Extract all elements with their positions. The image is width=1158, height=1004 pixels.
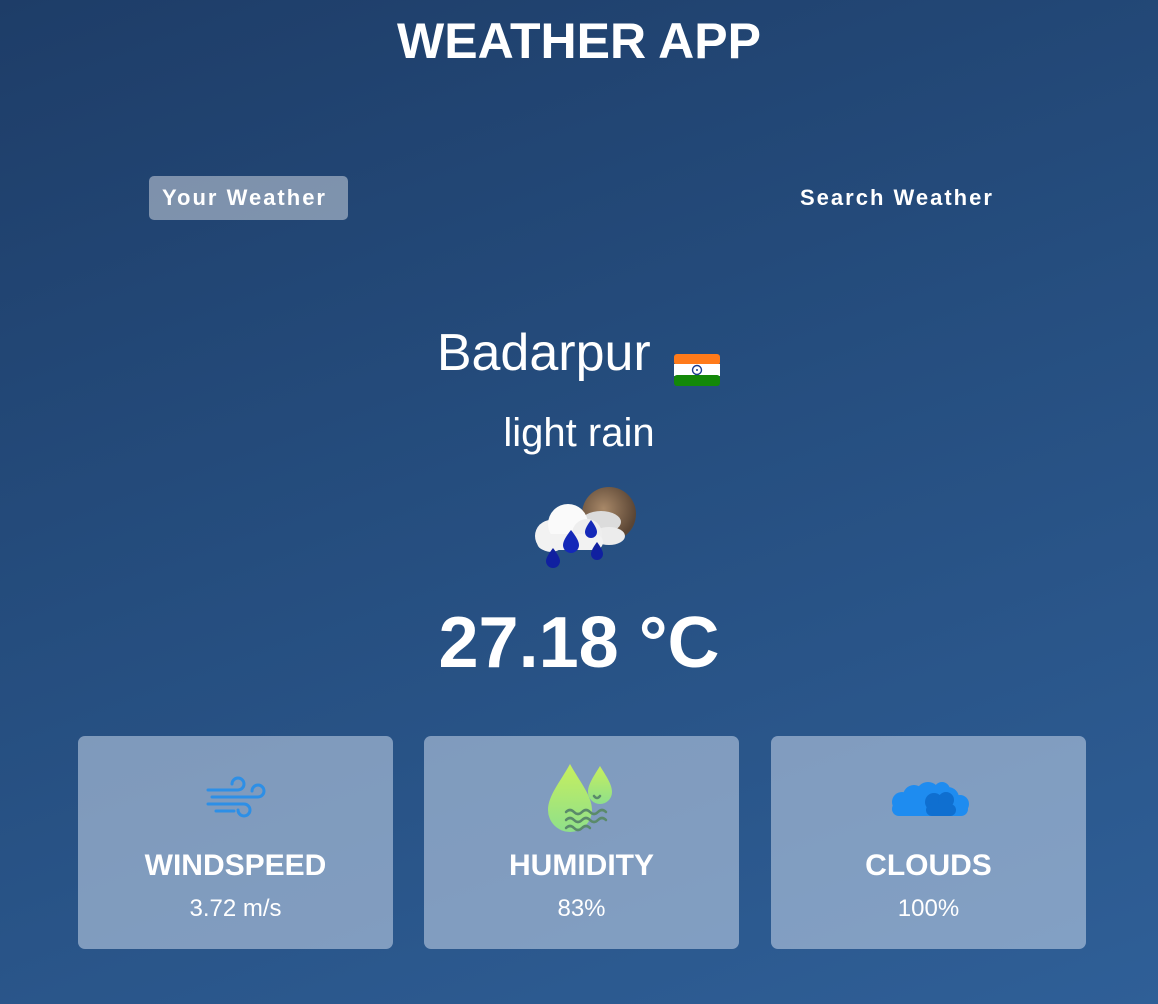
- humidity-value: 83%: [557, 895, 606, 922]
- windspeed-label: WINDSPEED: [144, 849, 327, 882]
- windspeed-card: WINDSPEED 3.72 m/s: [78, 736, 393, 949]
- weather-description: light rain: [503, 411, 655, 455]
- humidity-label: HUMIDITY: [509, 849, 654, 882]
- humidity-card: HUMIDITY 83%: [424, 736, 739, 949]
- wind-icon: [78, 764, 393, 844]
- india-flag-icon: [673, 335, 721, 387]
- clouds-value: 100%: [897, 895, 960, 922]
- location-heading: Badarpur: [0, 318, 1158, 388]
- rain-cloud-moon-icon: [523, 484, 639, 572]
- city-name: Badarpur: [436, 324, 651, 382]
- clouds-icon: [771, 776, 1086, 856]
- clouds-label: CLOUDS: [865, 849, 992, 882]
- temperature-value: 27.18 °C: [438, 603, 720, 683]
- tab-search-weather[interactable]: Search Weather: [787, 176, 1017, 220]
- tab-your-weather[interactable]: Your Weather: [149, 176, 348, 220]
- windspeed-value: 3.72 m/s: [189, 895, 282, 922]
- clouds-card: CLOUDS 100%: [771, 736, 1086, 949]
- humidity-drops-icon: [424, 762, 739, 842]
- app-title: WEATHER APP: [397, 13, 761, 69]
